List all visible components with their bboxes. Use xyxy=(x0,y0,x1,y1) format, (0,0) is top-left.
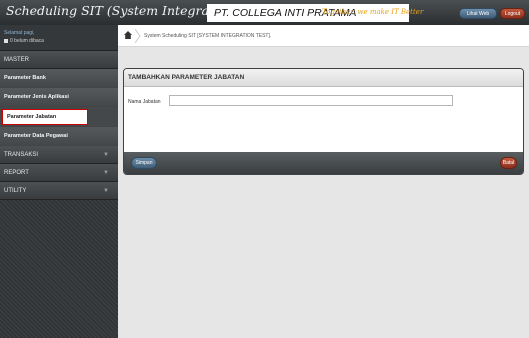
sidebar: Selamat pagi, 0 belum dibaca MASTER Para… xyxy=(0,25,118,338)
lihat-web-button[interactable]: Lihat Web xyxy=(459,8,497,19)
form-body: Nama Jabatan xyxy=(124,87,523,153)
menu-item-row: Parameter Jabatan xyxy=(0,107,118,127)
app-header: Scheduling SIT (System Integration Test)… xyxy=(0,0,529,25)
menu-item-parameter-jenis-aplikasi[interactable]: Parameter Jenis Aplikasi xyxy=(0,88,118,107)
home-icon[interactable] xyxy=(124,31,132,39)
menu-section-utility[interactable]: UTILITY ▼ xyxy=(0,182,118,200)
brand-banner: PT. COLLEGA INTI PRATAMA Together, we ma… xyxy=(207,4,423,22)
form-footer: Simpan Batal xyxy=(124,152,523,174)
chevron-down-icon: ▼ xyxy=(103,188,109,194)
form-panel: TAMBAHKAN PARAMETER JABATAN Nama Jabatan… xyxy=(123,68,524,175)
brand-tagline: Together, we make IT Better xyxy=(322,8,424,16)
unread-status[interactable]: 0 belum dibaca xyxy=(10,38,44,44)
breadcrumb-text: System Scheduling SIT [SYSTEM INTEGRATIO… xyxy=(144,33,272,39)
menu-section-label: TRANSAKSI xyxy=(4,152,39,158)
menu-section-label: UTILITY xyxy=(4,188,27,194)
menu-section-report[interactable]: REPORT ▼ xyxy=(0,164,118,182)
nama-jabatan-input[interactable] xyxy=(169,95,453,106)
nama-jabatan-label: Nama Jabatan xyxy=(128,99,161,105)
menu-item-parameter-bank[interactable]: Parameter Bank xyxy=(0,69,118,88)
save-button[interactable]: Simpan xyxy=(131,157,157,169)
main-content: System Scheduling SIT [SYSTEM INTEGRATIO… xyxy=(118,25,529,338)
menu-item-parameter-jabatan[interactable]: Parameter Jabatan xyxy=(2,109,88,125)
menu-section-transaksi[interactable]: TRANSAKSI ▼ xyxy=(0,146,118,164)
message-icon xyxy=(4,39,8,43)
cancel-button[interactable]: Batal xyxy=(500,157,517,169)
breadcrumb: System Scheduling SIT [SYSTEM INTEGRATIO… xyxy=(118,25,529,47)
user-info: Selamat pagi, 0 belum dibaca xyxy=(0,25,118,51)
user-greeting[interactable]: Selamat pagi, xyxy=(4,30,114,36)
chevron-down-icon: ▼ xyxy=(103,170,109,176)
logout-button[interactable]: Logout xyxy=(500,8,525,19)
menu-section-master[interactable]: MASTER xyxy=(0,51,118,69)
menu-item-parameter-data-pegawai[interactable]: Parameter Data Pegawai xyxy=(0,127,118,146)
chevron-down-icon: ▼ xyxy=(103,152,109,158)
menu-section-label: MASTER xyxy=(4,57,30,63)
menu-section-label: REPORT xyxy=(4,170,29,176)
breadcrumb-separator-icon xyxy=(135,29,141,43)
form-title: TAMBAHKAN PARAMETER JABATAN xyxy=(124,69,523,87)
